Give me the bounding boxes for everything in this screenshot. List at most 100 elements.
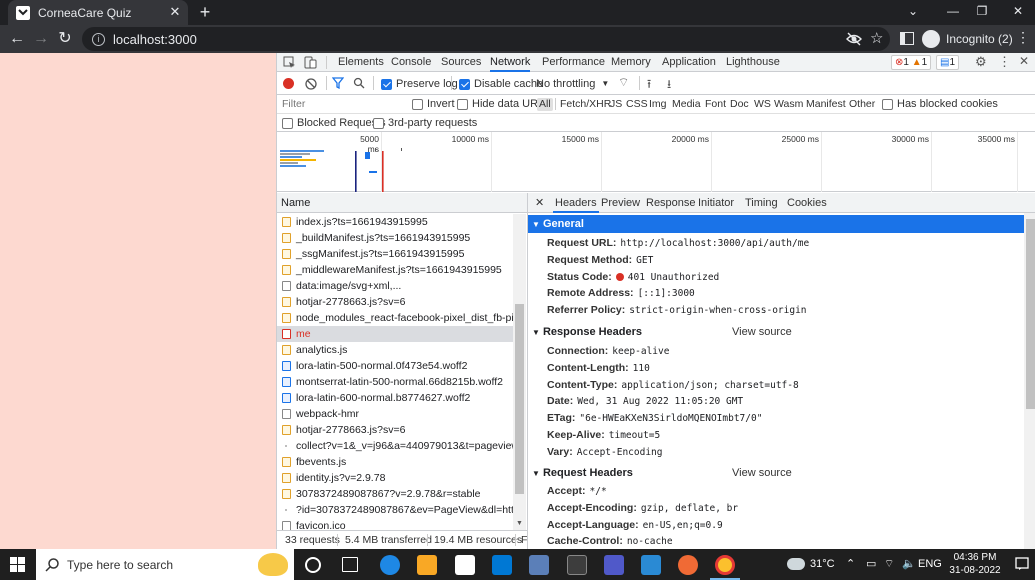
record-icon[interactable]: [283, 78, 294, 89]
eye-off-icon[interactable]: [846, 31, 862, 47]
customize-menu-icon[interactable]: ⋮: [998, 54, 1011, 70]
settings-gear-icon[interactable]: ⚙: [975, 54, 987, 70]
teams-icon[interactable]: [604, 555, 624, 575]
request-row[interactable]: lora-latin-500-normal.0f473e54.woff2: [277, 358, 513, 374]
app-icon[interactable]: [529, 555, 549, 575]
issues-badge[interactable]: ⊗1 ▲1: [891, 55, 932, 70]
blocked-requests-checkbox[interactable]: Blocked Requests: [282, 116, 386, 130]
import-har-icon[interactable]: ⭱: [647, 75, 651, 96]
has-blocked-cookies-checkbox[interactable]: Has blocked cookies: [882, 97, 998, 111]
filter-type-ws[interactable]: WS: [754, 98, 771, 111]
close-devtools-icon[interactable]: ✕: [1019, 54, 1029, 68]
back-arrow-icon[interactable]: ←: [8, 30, 26, 48]
side-panel-icon[interactable]: [900, 32, 914, 45]
scroll-down-arrow-icon[interactable]: ▼: [516, 520, 523, 527]
app-icon[interactable]: [567, 555, 587, 575]
close-window-button[interactable]: ✕: [1008, 2, 1028, 20]
tab-search-icon[interactable]: ⌄: [903, 2, 923, 20]
requests-scrollbar[interactable]: ▼: [513, 214, 526, 530]
incognito-profile[interactable]: Incognito (2): [922, 28, 1013, 50]
tab-application[interactable]: Application: [662, 53, 716, 72]
request-row[interactable]: hotjar-2778663.js?sv=6: [277, 422, 513, 438]
request-row[interactable]: me: [277, 326, 513, 342]
request-row[interactable]: favicon.ico: [277, 518, 513, 530]
tab-timing[interactable]: Timing: [745, 193, 778, 213]
view-source-link[interactable]: View source: [732, 464, 792, 482]
response-headers-section-header[interactable]: ▼ Response Headers View source: [528, 323, 1024, 341]
chrome-icon[interactable]: [715, 555, 735, 575]
clear-icon[interactable]: [305, 78, 317, 90]
scrollbar-thumb[interactable]: [515, 304, 524, 494]
request-row[interactable]: montserrat-latin-500-normal.66d8215b.wof…: [277, 374, 513, 390]
filter-type-doc[interactable]: Doc: [730, 98, 749, 111]
close-tab-icon[interactable]: ✕: [168, 5, 182, 19]
tab-console[interactable]: Console: [391, 53, 431, 72]
tab-preview[interactable]: Preview: [601, 193, 640, 213]
new-tab-button[interactable]: +: [196, 3, 214, 21]
minimize-button[interactable]: —: [943, 2, 963, 20]
preserve-log-checkbox[interactable]: Preserve log: [381, 77, 458, 91]
filter-type-font[interactable]: Font: [705, 98, 726, 111]
windows-start-icon[interactable]: [10, 557, 25, 572]
close-details-icon[interactable]: ✕: [535, 196, 544, 209]
messages-badge[interactable]: ▤1: [936, 55, 960, 70]
network-overview-timeline[interactable]: 5000 ms 10000 ms 15000 ms 20000 ms 25000…: [277, 132, 1035, 192]
clock[interactable]: 04:36 PM 31-08-2022: [944, 551, 1006, 577]
taskbar-search-box[interactable]: Type here to search: [36, 549, 294, 580]
view-source-link[interactable]: View source: [732, 323, 792, 341]
weather-cloud-icon[interactable]: [787, 558, 805, 570]
task-view-icon[interactable]: [342, 557, 358, 572]
more-menu-icon[interactable]: ⋮: [1016, 29, 1030, 46]
mail-icon[interactable]: [492, 555, 512, 575]
request-row[interactable]: fbevents.js: [277, 454, 513, 470]
export-har-icon[interactable]: ⭳: [667, 75, 671, 96]
tab-response[interactable]: Response: [646, 193, 696, 213]
request-row[interactable]: 3078372489087867?v=2.9.78&r=stable: [277, 486, 513, 502]
cortana-icon[interactable]: [305, 557, 321, 573]
invert-checkbox[interactable]: Invert: [412, 97, 455, 111]
throttling-select[interactable]: No throttling ▼: [536, 77, 609, 91]
filter-type-manifest[interactable]: Manifest: [806, 98, 846, 111]
disable-cache-checkbox[interactable]: Disable cache: [459, 77, 543, 91]
request-row[interactable]: _middlewareManifest.js?ts=1661943915995: [277, 262, 513, 278]
hide-data-urls-checkbox[interactable]: Hide data URLs: [457, 97, 550, 111]
device-toolbar-icon[interactable]: [304, 56, 317, 69]
general-section-header[interactable]: ▼ General: [528, 215, 1024, 233]
tab-elements[interactable]: Elements: [338, 53, 384, 72]
request-row[interactable]: _buildManifest.js?ts=1661943915995: [277, 230, 513, 246]
filter-type-other[interactable]: Other: [849, 98, 875, 111]
notifications-icon[interactable]: [1015, 557, 1029, 571]
filter-type-media[interactable]: Media: [672, 98, 701, 111]
request-row[interactable]: index.js?ts=1661943915995: [277, 214, 513, 230]
vscode-icon[interactable]: [641, 555, 661, 575]
maximize-button[interactable]: ❐: [972, 2, 992, 20]
battery-icon[interactable]: ▭: [866, 549, 876, 580]
requests-column-header[interactable]: Name: [277, 193, 527, 213]
tab-headers[interactable]: Headers: [553, 193, 599, 213]
request-row[interactable]: data:image/svg+xml,...: [277, 278, 513, 294]
reload-icon[interactable]: ↻: [56, 30, 74, 48]
show-hidden-icons-chevron-icon[interactable]: ⌃: [846, 549, 855, 580]
filter-type-all[interactable]: All: [537, 98, 553, 111]
filter-type-fetch-xhr[interactable]: Fetch/XHR: [560, 98, 611, 111]
request-row[interactable]: ?id=3078372489087867&ev=PageView&dl=http…: [277, 502, 513, 518]
wifi-icon[interactable]: ⌔: [884, 549, 894, 580]
filter-funnel-icon[interactable]: [332, 77, 344, 89]
browser-tab[interactable]: CorneaCare Quiz ✕: [8, 0, 188, 25]
details-scrollbar[interactable]: [1024, 213, 1035, 549]
filter-type-js[interactable]: JS: [610, 98, 622, 111]
temperature[interactable]: 31°C: [810, 549, 835, 580]
microsoft-store-icon[interactable]: [455, 555, 475, 575]
filter-type-img[interactable]: Img: [649, 98, 667, 111]
tab-sources[interactable]: Sources: [441, 53, 481, 72]
request-row[interactable]: node_modules_react-facebook-pixel_dist_f…: [277, 310, 513, 326]
tab-network[interactable]: Network: [490, 53, 531, 72]
file-explorer-icon[interactable]: [417, 555, 437, 575]
language-indicator[interactable]: ENG: [918, 549, 942, 580]
volume-icon[interactable]: 🔈: [902, 549, 916, 580]
search-icon[interactable]: [353, 77, 365, 89]
filter-input[interactable]: Filter: [282, 98, 305, 110]
network-conditions-wifi-icon[interactable]: ⌔: [618, 75, 629, 90]
scrollbar-thumb[interactable]: [1026, 219, 1035, 409]
site-info-icon[interactable]: i: [92, 32, 105, 46]
